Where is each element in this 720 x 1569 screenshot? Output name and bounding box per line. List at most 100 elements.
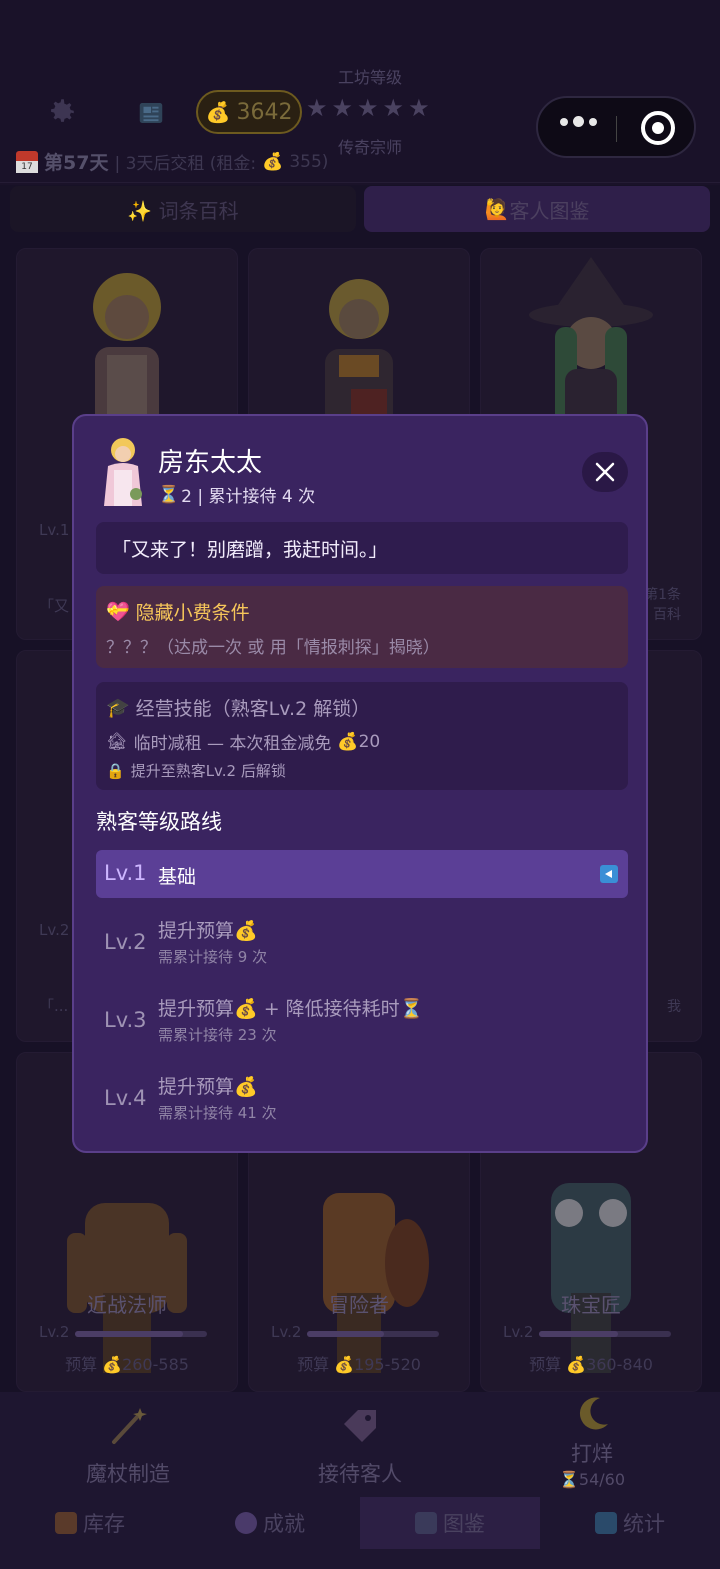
business-skill-section: 🎓 经营技能（熟客Lv.2 解锁） 🏚 临时减租 — 本次租金减免 💰 20 🔒… bbox=[96, 682, 628, 790]
guest-quote: 「又来了！别磨蹭，我赶时间。」 bbox=[96, 522, 628, 574]
card-budget: 预算 💰195-520 bbox=[297, 1355, 421, 1374]
day-label: 第57天 bbox=[44, 152, 109, 174]
hidden-tip-section: 💝 隐藏小费条件 ？？？（达成一次 或 用「情报刺探」揭晓） bbox=[96, 586, 628, 668]
card-level: Lv.2 bbox=[39, 1323, 70, 1341]
workshop-stars: ★ ★ ★ ★ ★ bbox=[306, 94, 430, 122]
house-icon: 🏚 bbox=[106, 731, 128, 752]
level-number: Lv.1 bbox=[104, 861, 147, 885]
level-title: 提升预算💰 bbox=[158, 1076, 258, 1098]
guest-visit-info: ⏳ 2 | 累计接待 4 次 bbox=[158, 484, 316, 508]
jeweler-portrait bbox=[551, 1183, 631, 1373]
card-name: 珠宝匠 bbox=[561, 1293, 621, 1317]
skill-title: 🎓 经营技能（熟客Lv.2 解锁） bbox=[106, 697, 371, 720]
card-side-text: 我 bbox=[667, 999, 681, 1015]
moon-icon bbox=[579, 1397, 608, 1430]
level-requirement: 需累计接待 23 次 bbox=[158, 1026, 277, 1044]
level-title: 基础 bbox=[158, 866, 197, 888]
calendar-icon bbox=[16, 150, 38, 173]
close-miniprogram-button[interactable] bbox=[641, 111, 675, 145]
star-icon: ★ bbox=[357, 94, 379, 122]
chart-icon bbox=[595, 1512, 617, 1534]
close-button[interactable] bbox=[582, 452, 628, 492]
hidden-tip-desc: ？？？（达成一次 或 用「情报刺探」揭晓） bbox=[106, 638, 440, 658]
card-side-text: 第1条 百科 bbox=[644, 587, 681, 623]
tab-inventory[interactable]: 库存 bbox=[0, 1497, 180, 1549]
bottom-tab-bar: 库存 成就 图鉴 统计 bbox=[0, 1497, 720, 1549]
hourglass-icon: ⏳ bbox=[158, 484, 180, 505]
star-icon: ★ bbox=[382, 94, 405, 122]
tab-guest-codex[interactable]: 🙋 客人图鉴 bbox=[364, 186, 710, 232]
level-requirement: 需累计接待 9 次 bbox=[158, 948, 268, 966]
card-level: Lv.1 bbox=[39, 521, 70, 539]
box-icon bbox=[55, 1512, 77, 1534]
card-budget: 预算 💰260-585 bbox=[65, 1355, 189, 1374]
capsule-divider bbox=[616, 116, 617, 142]
level-row: Lv.2 提升预算💰 需累计接待 9 次 bbox=[96, 910, 628, 972]
level-number: Lv.4 bbox=[104, 1086, 147, 1110]
more-menu-button[interactable] bbox=[560, 116, 597, 127]
miniprogram-capsule bbox=[536, 96, 696, 158]
workshop-level-title: 工坊等级 bbox=[337, 68, 402, 87]
guest-avatar bbox=[104, 438, 142, 506]
level-row: Lv.3 提升预算💰 + 降低接待耗时⏳ 需累计接待 23 次 bbox=[96, 988, 628, 1050]
tab-statistics[interactable]: 统计 bbox=[540, 1497, 720, 1549]
newspaper-icon[interactable] bbox=[136, 98, 166, 128]
guest-icon: 🙋 bbox=[484, 197, 510, 221]
level-number: Lv.3 bbox=[104, 1008, 147, 1032]
battle-mage-portrait bbox=[67, 1203, 187, 1373]
level-number: Lv.2 bbox=[104, 930, 147, 954]
guest-name: 房东太太 bbox=[158, 448, 263, 478]
level-row: Lv.4 提升预算💰 需累计接待 41 次 bbox=[96, 1066, 628, 1128]
heart-icon: 💝 bbox=[106, 601, 130, 623]
guest-detail-modal: 房东太太 ⏳ 2 | 累计接待 4 次 「又来了！别磨蹭，我赶时间。」 💝 隐藏… bbox=[72, 414, 648, 1153]
card-level: Lv.2 bbox=[503, 1323, 534, 1341]
star-icon: ★ bbox=[408, 94, 430, 122]
star-icon: ★ bbox=[306, 94, 328, 122]
star-icon: ★ bbox=[331, 94, 354, 122]
card-level: Lv.2 bbox=[39, 921, 70, 939]
money-bag-icon: 💰 bbox=[337, 731, 359, 752]
card-name: 近战法师 bbox=[87, 1293, 167, 1317]
hidden-tip-title: 💝 隐藏小费条件 bbox=[106, 601, 250, 624]
divider bbox=[0, 182, 720, 183]
card-progress-bar bbox=[75, 1331, 207, 1337]
day-info: 第57天 | 3天后交租 (租金: 💰 355) bbox=[16, 148, 328, 175]
receive-guest-button[interactable]: 接待客人 bbox=[300, 1404, 420, 1488]
level-row-current: Lv.1 基础 bbox=[96, 850, 628, 898]
wand-icon bbox=[112, 1408, 147, 1444]
card-name: 冒险者 bbox=[329, 1293, 389, 1317]
card-progress-bar bbox=[307, 1331, 439, 1337]
tab-codex[interactable]: 图鉴 bbox=[360, 1497, 540, 1549]
money-bag-icon: 💰 bbox=[262, 151, 284, 172]
current-level-marker-icon bbox=[600, 865, 618, 883]
codex-tabs: ✨ 词条百科 🙋 客人图鉴 bbox=[10, 186, 710, 232]
gold-value: 3642 bbox=[236, 99, 293, 125]
money-bag-icon: 💰 bbox=[205, 100, 231, 124]
close-shop-button[interactable]: 打烊 ⏳54/60 bbox=[532, 1394, 652, 1489]
card-quote: 「... bbox=[39, 997, 69, 1015]
lock-icon: 🔒 bbox=[106, 761, 125, 780]
rent-info: | 3天后交租 (租金: bbox=[114, 154, 257, 174]
adventurer-portrait bbox=[323, 1193, 429, 1373]
level-requirement: 需累计接待 41 次 bbox=[158, 1104, 277, 1122]
level-title: 提升预算💰 + 降低接待耗时⏳ bbox=[158, 998, 424, 1020]
tab-affix-encyclopedia[interactable]: ✨ 词条百科 bbox=[10, 186, 356, 232]
tag-icon bbox=[344, 1410, 376, 1442]
gold-counter: 💰 3642 bbox=[196, 90, 302, 134]
top-hud: 💰 3642 工坊等级 ★ ★ ★ ★ ★ 传奇宗师 第57天 | 3天后交租 … bbox=[0, 0, 720, 185]
rent-amount: 355) bbox=[289, 151, 329, 172]
card-budget: 预算 💰360-840 bbox=[529, 1355, 653, 1374]
close-icon bbox=[595, 462, 615, 482]
level-route-title: 熟客等级路线 bbox=[96, 810, 222, 834]
tab-achievements[interactable]: 成就 bbox=[180, 1497, 360, 1549]
card-level: Lv.2 bbox=[271, 1323, 302, 1341]
gear-icon[interactable] bbox=[44, 95, 78, 129]
skill-lock-hint: 🔒 提升至熟客Lv.2 后解锁 bbox=[106, 761, 286, 781]
book-icon bbox=[415, 1512, 437, 1534]
graduation-cap-icon: 🎓 bbox=[106, 697, 130, 719]
card-quote: 「又 bbox=[39, 597, 70, 615]
wand-making-button[interactable]: 魔杖制造 bbox=[68, 1404, 188, 1488]
crystal-ball-icon bbox=[235, 1512, 257, 1534]
card-progress-bar bbox=[539, 1331, 671, 1337]
tab-label: 客人图鉴 bbox=[509, 198, 590, 223]
